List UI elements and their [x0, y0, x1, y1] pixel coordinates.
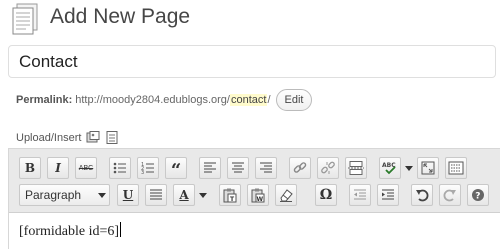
add-image-icon[interactable] [86, 131, 100, 144]
spellcheck-icon: ABC [382, 162, 396, 175]
bullet-list-button[interactable] [109, 157, 131, 179]
svg-text:3: 3 [141, 170, 144, 175]
paste-text-icon: T [223, 188, 237, 203]
help-icon: ? [472, 189, 484, 202]
fullscreen-button[interactable] [417, 157, 439, 179]
outdent-icon [354, 189, 366, 200]
page-title: Add New Page [50, 5, 191, 28]
justify-button[interactable] [145, 184, 167, 206]
indent-button[interactable] [377, 184, 399, 206]
bullet-list-icon [113, 162, 126, 174]
strikethrough-button[interactable]: ABC [75, 157, 97, 179]
paste-text-button[interactable]: T [219, 184, 241, 206]
svg-text:W: W [257, 196, 264, 203]
text-color-dropdown-caret[interactable] [199, 193, 207, 198]
editor-text: [formidable id=6] [19, 224, 120, 239]
indent-icon [382, 189, 394, 200]
paste-word-button[interactable]: W [247, 184, 269, 206]
permalink-url-prefix: http://moody2804.edublogs.org/ [75, 94, 230, 106]
outdent-button[interactable] [349, 184, 371, 206]
link-icon [293, 162, 307, 173]
help-button[interactable]: ? [467, 184, 489, 206]
insert-link-button[interactable] [289, 157, 311, 179]
fullscreen-icon [421, 161, 435, 175]
more-tag-icon [348, 161, 364, 175]
insert-more-button[interactable] [345, 157, 367, 179]
editor[interactable]: B I ABC 123 “ ABC Paragraph U A T W Ω ? … [8, 148, 500, 249]
blockquote-button[interactable]: “ [165, 157, 187, 180]
spellcheck-button[interactable]: ABC [379, 157, 401, 179]
permalink-label: Permalink: [16, 94, 73, 106]
align-left-icon [204, 162, 216, 173]
eraser-icon [280, 189, 293, 202]
upload-insert-label: Upload/Insert [16, 131, 82, 144]
redo-icon [443, 189, 456, 202]
upload-insert: Upload/Insert [16, 131, 119, 144]
editor-content[interactable]: [formidable id=6] [19, 222, 122, 240]
align-center-icon [232, 162, 244, 173]
redo-button[interactable] [439, 184, 461, 206]
text-color-button[interactable]: A [173, 184, 195, 206]
justify-icon [150, 189, 162, 200]
kitchen-sink-button[interactable] [445, 157, 467, 179]
align-left-button[interactable] [199, 157, 221, 179]
italic-button[interactable]: I [47, 157, 69, 179]
underline-button[interactable]: U [117, 184, 139, 206]
undo-icon [416, 189, 429, 202]
kitchen-sink-icon [448, 161, 464, 175]
special-character-button[interactable]: Ω [315, 184, 337, 206]
align-right-icon [260, 162, 272, 173]
svg-text:?: ? [475, 192, 480, 202]
page-icon [8, 2, 42, 36]
edit-permalink-button[interactable]: Edit [275, 89, 313, 111]
title-input[interactable]: Contact [8, 45, 496, 78]
add-media-icon[interactable] [105, 131, 119, 144]
permalink: Permalink: http://moody2804.edublogs.org… [16, 89, 313, 111]
text-cursor [120, 222, 122, 237]
permalink-slug[interactable]: contact [229, 94, 268, 106]
unlink-icon [321, 161, 335, 174]
editor-toolbar: B I ABC 123 “ ABC Paragraph U A T W Ω ? [9, 149, 500, 213]
numbered-list-button[interactable]: 123 [137, 157, 159, 179]
undo-button[interactable] [411, 184, 433, 206]
spellcheck-dropdown-caret[interactable] [405, 166, 413, 171]
unlink-button[interactable] [317, 157, 339, 179]
numbered-list-icon: 123 [141, 162, 154, 175]
align-right-button[interactable] [255, 157, 277, 179]
paste-word-icon: W [251, 188, 265, 203]
clear-formatting-button[interactable] [275, 184, 297, 206]
chevron-down-icon [98, 193, 106, 198]
bold-button[interactable]: B [19, 157, 41, 179]
format-select[interactable]: Paragraph [19, 184, 110, 206]
format-select-value: Paragraph [25, 188, 82, 202]
align-center-button[interactable] [227, 157, 249, 179]
permalink-url-suffix: / [267, 94, 271, 106]
